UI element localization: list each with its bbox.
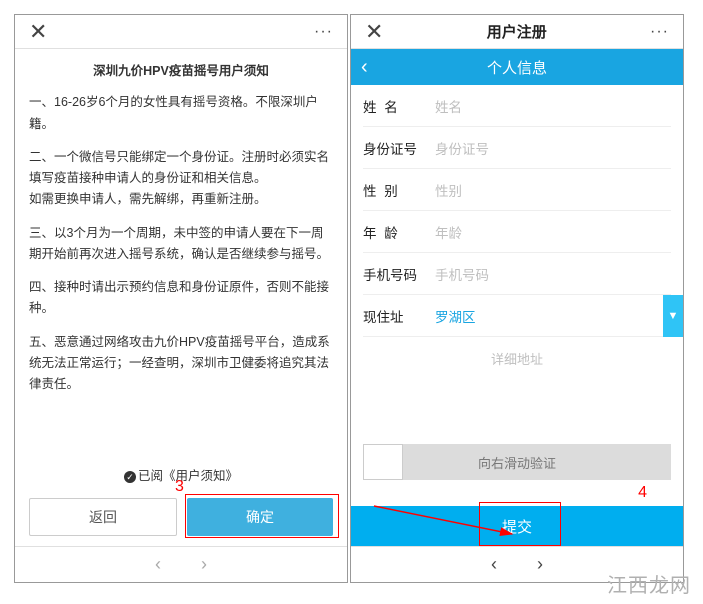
annotation-step-4: 4 bbox=[638, 484, 647, 502]
system-bar: ✕ 用户注册 ··· bbox=[351, 15, 683, 49]
input-detail-address[interactable]: 详细地址 bbox=[363, 337, 671, 380]
notice-p1: 一、16-26岁6个月的女性具有摇号资格。不限深圳户籍。 bbox=[29, 92, 333, 135]
button-row: 返回 确定 3 bbox=[15, 492, 347, 546]
input-age[interactable]: 年龄 bbox=[435, 222, 671, 242]
more-icon[interactable]: ··· bbox=[314, 23, 333, 41]
input-sex[interactable]: 性别 bbox=[435, 180, 671, 200]
input-name[interactable]: 姓名 bbox=[435, 96, 671, 116]
label-id: 身份证号 bbox=[363, 138, 435, 158]
phone-left: ✕ ··· 深圳九价HPV疫苗摇号用户须知 一、16-26岁6个月的女性具有摇号… bbox=[14, 14, 348, 583]
nav-forward-icon[interactable]: › bbox=[201, 554, 207, 575]
agree-label: 已阅《用户须知》 bbox=[138, 469, 238, 483]
row-address: 现住址 罗湖区 ▼ bbox=[363, 295, 671, 337]
notice-title: 深圳九价HPV疫苗摇号用户须知 bbox=[29, 61, 333, 82]
slider-handle[interactable] bbox=[363, 444, 403, 480]
label-phone: 手机号码 bbox=[363, 264, 435, 284]
select-address[interactable]: 罗湖区 bbox=[435, 306, 671, 326]
row-name: 姓 名 姓名 bbox=[363, 85, 671, 127]
chevron-down-icon[interactable]: ▼ bbox=[663, 295, 683, 337]
notice-content: 深圳九价HPV疫苗摇号用户须知 一、16-26岁6个月的女性具有摇号资格。不限深… bbox=[15, 49, 347, 465]
nav-back-icon[interactable]: ‹ bbox=[491, 554, 497, 575]
slide-captcha[interactable]: 向右滑动验证 bbox=[363, 444, 671, 480]
row-age: 年 龄 年龄 bbox=[363, 211, 671, 253]
input-phone[interactable]: 手机号码 bbox=[435, 264, 671, 284]
input-id[interactable]: 身份证号 bbox=[435, 138, 671, 158]
row-id: 身份证号 身份证号 bbox=[363, 127, 671, 169]
close-icon[interactable]: ✕ bbox=[29, 19, 47, 45]
label-address: 现住址 bbox=[363, 306, 435, 326]
sub-header-title: 个人信息 bbox=[351, 57, 683, 78]
more-icon[interactable]: ··· bbox=[650, 23, 669, 41]
nav-forward-icon[interactable]: › bbox=[537, 554, 543, 575]
ok-button[interactable]: 确定 bbox=[187, 498, 333, 536]
sub-header: ‹ 个人信息 bbox=[351, 49, 683, 85]
notice-p2: 二、一个微信号只能绑定一个身份证。注册时必须实名填写疫苗接种申请人的身份证和相关… bbox=[29, 147, 333, 211]
notice-p5: 五、恶意通过网络攻击九价HPV疫苗摇号平台，造成系统无法正常运行；一经查明，深圳… bbox=[29, 332, 333, 396]
label-sex: 性 别 bbox=[363, 180, 435, 200]
slider-label: 向右滑动验证 bbox=[478, 453, 556, 472]
row-phone: 手机号码 手机号码 bbox=[363, 253, 671, 295]
row-sex: 性 别 性别 bbox=[363, 169, 671, 211]
check-icon: ✓ bbox=[124, 471, 136, 483]
close-icon[interactable]: ✕ bbox=[365, 19, 383, 45]
annotation-step-3: 3 bbox=[175, 478, 184, 496]
system-bar: ✕ ··· bbox=[15, 15, 347, 49]
label-age: 年 龄 bbox=[363, 222, 435, 242]
nav-back-icon[interactable]: ‹ bbox=[155, 554, 161, 575]
watermark: 江西龙网 bbox=[607, 569, 691, 598]
notice-p4: 四、接种时请出示预约信息和身份证原件，否则不能接种。 bbox=[29, 277, 333, 320]
form: 姓 名 姓名 身份证号 身份证号 性 别 性别 年 龄 年龄 手机号码 手机号码… bbox=[351, 85, 683, 380]
phone-right: ✕ 用户注册 ··· ‹ 个人信息 姓 名 姓名 身份证号 身份证号 性 别 性… bbox=[350, 14, 684, 583]
back-button[interactable]: 返回 bbox=[29, 498, 177, 536]
notice-p3: 三、以3个月为一个周期，未中签的申请人要在下一周期开始前再次进入摇号系统，确认是… bbox=[29, 223, 333, 266]
back-icon[interactable]: ‹ bbox=[361, 56, 368, 79]
label-name: 姓 名 bbox=[363, 96, 435, 116]
header-title: 用户注册 bbox=[487, 21, 547, 42]
submit-button[interactable]: 提交 bbox=[351, 506, 683, 546]
nav-strip: ‹ › bbox=[15, 546, 347, 582]
